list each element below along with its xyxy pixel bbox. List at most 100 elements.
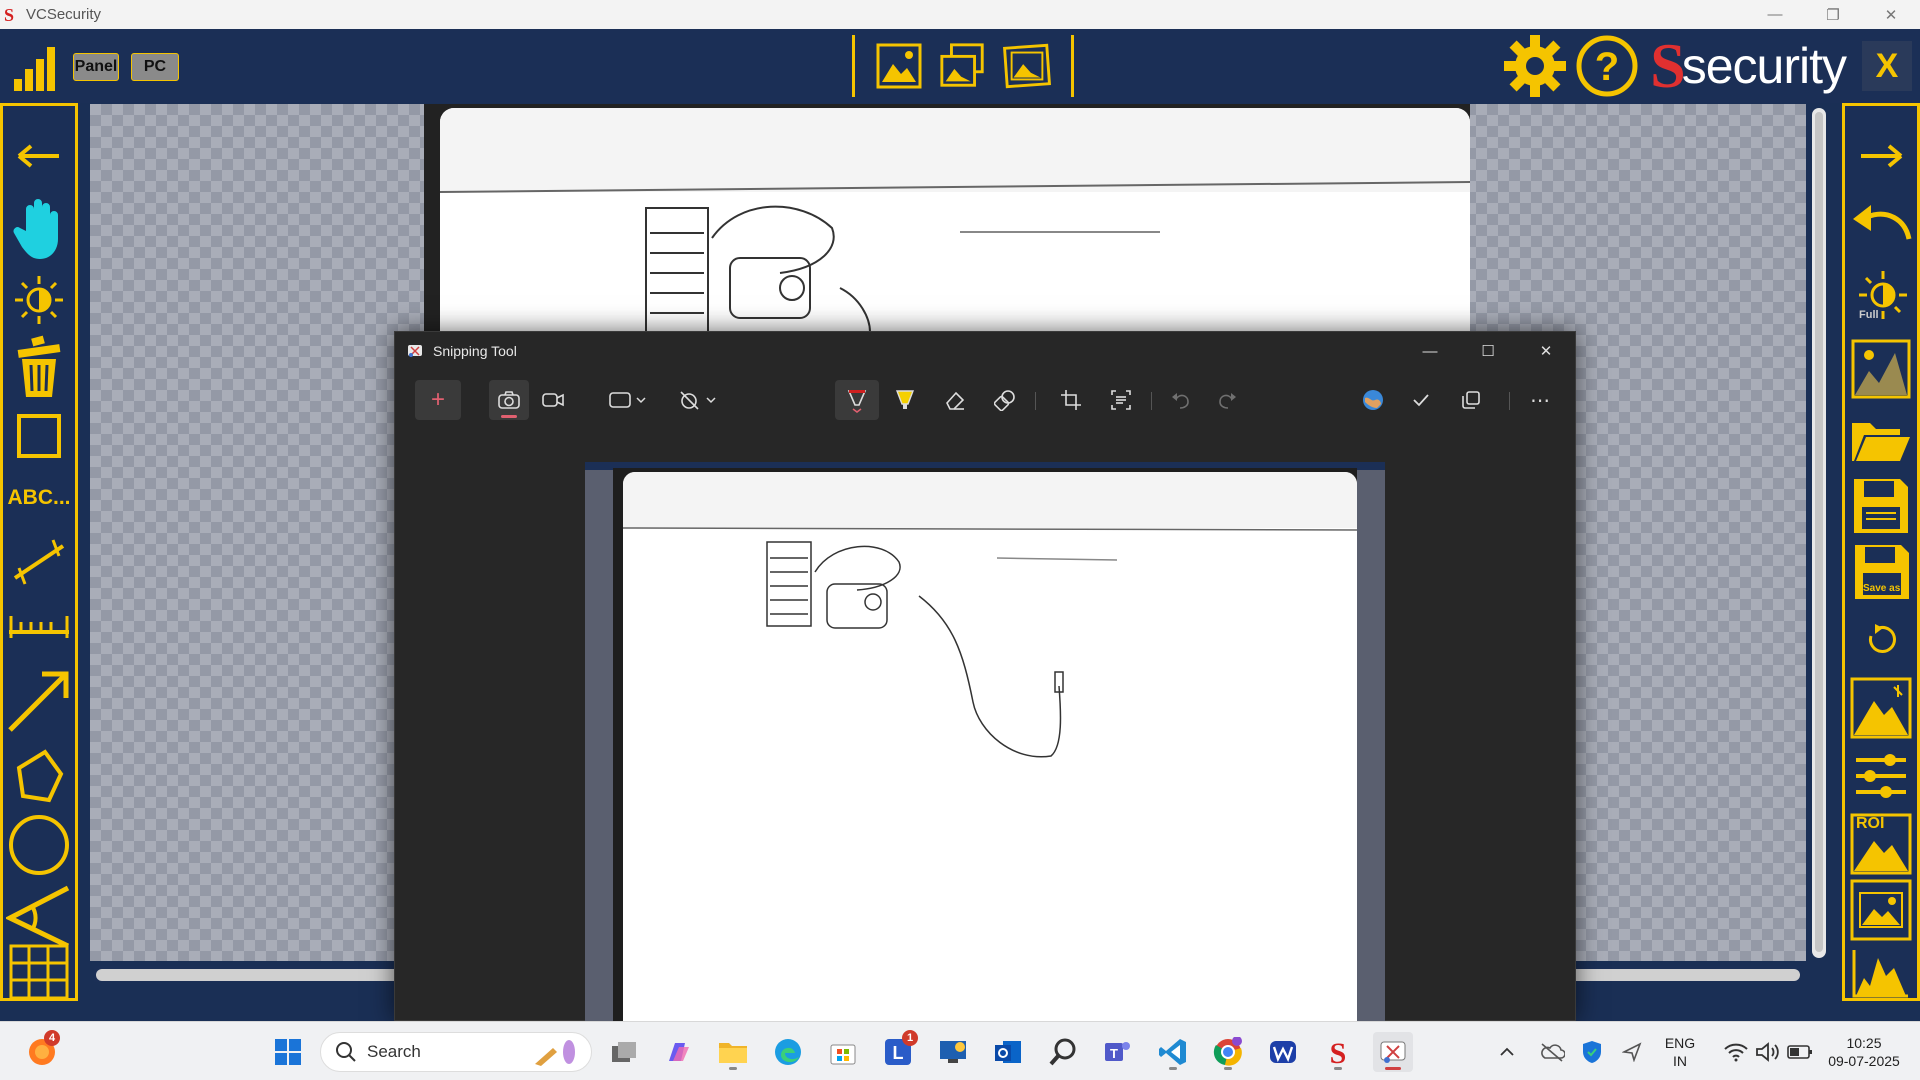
brightness-full-label: Full xyxy=(1859,309,1879,321)
save-icon[interactable] xyxy=(1845,476,1917,536)
file-explorer-icon[interactable] xyxy=(713,1032,753,1072)
chrome-icon[interactable] xyxy=(1208,1032,1248,1072)
copilot-icon[interactable] xyxy=(658,1032,698,1072)
new-snip-button[interactable]: + xyxy=(415,380,461,420)
close-button[interactable]: ✕ xyxy=(1862,0,1920,29)
rectangle-icon[interactable] xyxy=(3,408,75,464)
app-logo-icon: S xyxy=(4,4,15,25)
remote-desktop-icon[interactable] xyxy=(933,1032,973,1072)
snipping-tool-taskbar-icon[interactable] xyxy=(1373,1032,1413,1072)
camera-mode-icon[interactable] xyxy=(489,380,529,420)
language-indicator[interactable]: ENG IN xyxy=(1660,1034,1700,1070)
shapes-icon[interactable] xyxy=(985,380,1025,420)
text-actions-icon[interactable] xyxy=(1101,380,1141,420)
location-icon[interactable] xyxy=(1614,1032,1650,1072)
minimize-button[interactable]: — xyxy=(1746,0,1804,29)
search-label: Search xyxy=(367,1042,421,1061)
roi-icon[interactable]: ROI xyxy=(1845,812,1917,876)
vscode-icon[interactable] xyxy=(1153,1032,1193,1072)
vertical-scroll-thumb[interactable] xyxy=(1815,112,1823,952)
security-shield-icon[interactable] xyxy=(1574,1032,1610,1072)
open-folder-icon[interactable] xyxy=(1845,412,1917,466)
snipping-tool-title: Snipping Tool xyxy=(433,343,517,359)
show-hidden-icons-chevron-icon[interactable] xyxy=(1492,1032,1522,1072)
clock[interactable]: 10:25 09-07-2025 xyxy=(1816,1034,1912,1070)
firefox-icon[interactable]: 4 xyxy=(22,1030,62,1072)
restore-button[interactable]: ❐ xyxy=(1804,0,1862,29)
video-mode-icon[interactable] xyxy=(533,380,573,420)
snip-maximize-button[interactable]: ☐ xyxy=(1459,332,1517,370)
help-icon[interactable]: ? xyxy=(1572,31,1642,101)
frame-image-icon[interactable] xyxy=(1002,41,1052,91)
teams-icon[interactable]: T xyxy=(1098,1032,1138,1072)
histogram-image-icon[interactable] xyxy=(1845,338,1917,400)
arrow-tool-icon[interactable] xyxy=(3,666,75,736)
circle-icon[interactable] xyxy=(3,812,75,878)
image-view-icon[interactable] xyxy=(1845,878,1917,942)
forward-arrow-icon[interactable] xyxy=(1845,136,1917,176)
app-close-button[interactable]: X xyxy=(1862,41,1912,91)
brand-text: security xyxy=(1681,38,1847,94)
histogram-icon[interactable] xyxy=(1845,946,1917,1000)
highlighter-icon[interactable] xyxy=(885,380,925,420)
polygon-icon[interactable] xyxy=(3,746,75,806)
pen-icon[interactable] xyxy=(835,380,879,420)
xray-image[interactable] xyxy=(440,108,1470,332)
snip-minimize-button[interactable]: — xyxy=(1401,332,1459,370)
crop-icon[interactable] xyxy=(1051,380,1091,420)
color-globe-icon[interactable] xyxy=(1353,380,1393,420)
rotate-icon[interactable] xyxy=(1845,618,1917,662)
snip-window-controls: — ☐ ✕ xyxy=(1401,332,1575,370)
onedrive-offline-icon[interactable] xyxy=(1534,1032,1570,1072)
right-toolbar: Full Save as ROI xyxy=(1842,103,1920,1001)
multi-image-icon[interactable] xyxy=(938,41,988,91)
adjust-sliders-icon[interactable] xyxy=(1845,750,1917,802)
app-title: VCSecurity xyxy=(26,6,102,23)
grid-icon[interactable] xyxy=(3,942,75,1002)
brightness-full-icon[interactable]: Full xyxy=(1845,268,1917,328)
eraser-icon[interactable] xyxy=(935,380,975,420)
snip-close-button[interactable]: ✕ xyxy=(1517,332,1575,370)
copy-icon[interactable] xyxy=(1451,380,1491,420)
svg-text:T: T xyxy=(1110,1046,1118,1061)
delay-dropdown[interactable] xyxy=(675,380,723,420)
snip-shape-dropdown[interactable] xyxy=(605,380,653,420)
svg-text:L: L xyxy=(893,1043,904,1063)
trash-icon[interactable] xyxy=(3,334,75,400)
snip-preview-area[interactable] xyxy=(585,462,1385,1022)
svg-text:?: ? xyxy=(1595,45,1619,89)
webex-icon[interactable] xyxy=(1263,1032,1303,1072)
text-tool[interactable]: ABC... xyxy=(3,478,75,518)
start-windows-icon[interactable] xyxy=(268,1032,308,1072)
undo-icon[interactable] xyxy=(1845,198,1917,248)
line-measure-icon[interactable] xyxy=(3,534,75,590)
edge-icon[interactable] xyxy=(768,1032,808,1072)
brightness-icon[interactable] xyxy=(3,274,75,326)
store-icon[interactable] xyxy=(823,1032,863,1072)
language-region: IN xyxy=(1673,1053,1687,1069)
lync-icon[interactable]: L 1 xyxy=(878,1030,918,1072)
check-icon[interactable] xyxy=(1401,380,1441,420)
hand-pan-icon[interactable] xyxy=(3,196,75,262)
save-as-icon[interactable]: Save as xyxy=(1845,542,1917,606)
more-options-icon[interactable]: ⋯ xyxy=(1521,380,1561,420)
back-arrow-icon[interactable] xyxy=(3,136,75,176)
quick-settings[interactable] xyxy=(1712,1032,1824,1072)
running-indicator xyxy=(1224,1067,1232,1070)
settings-gear-icon[interactable] xyxy=(1500,31,1570,101)
enhance-image-icon[interactable] xyxy=(1845,676,1917,740)
magnifier-icon[interactable] xyxy=(1043,1032,1083,1072)
task-view-icon[interactable] xyxy=(604,1032,644,1072)
undo-icon[interactable] xyxy=(1161,380,1201,420)
panel-button[interactable]: Panel xyxy=(73,53,119,81)
ruler-icon[interactable] xyxy=(3,606,75,646)
pc-button[interactable]: PC xyxy=(131,53,179,81)
taskbar-search[interactable]: Search xyxy=(320,1032,592,1072)
search-icon xyxy=(336,1042,356,1062)
vcsecurity-icon[interactable]: S xyxy=(1318,1032,1358,1072)
single-image-icon[interactable] xyxy=(874,41,924,91)
vertical-scrollbar[interactable] xyxy=(1812,108,1826,958)
svg-text:S: S xyxy=(1330,1037,1347,1067)
outlook-icon[interactable] xyxy=(988,1032,1028,1072)
redo-icon[interactable] xyxy=(1207,380,1247,420)
